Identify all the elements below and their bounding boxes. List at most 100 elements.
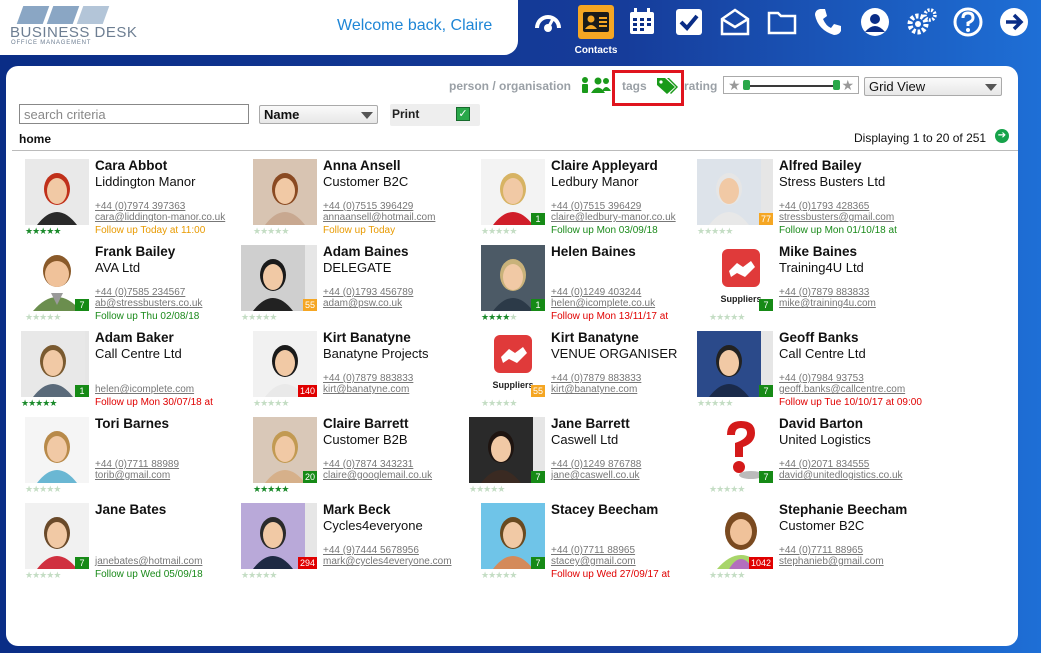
contact-email[interactable]: stressbusters@gmail.com (779, 212, 894, 223)
contact-email[interactable]: adam@psw.co.uk (323, 298, 402, 309)
contact-photo[interactable]: 1042 (709, 503, 773, 569)
folder-icon[interactable] (764, 5, 800, 39)
contact-phone[interactable]: +44 (0)7984 93753 (779, 373, 864, 384)
contact-phone[interactable]: +44 (0)7515 396429 (551, 201, 641, 212)
rating-max-handle[interactable] (833, 80, 840, 90)
star-icon[interactable]: ★ (53, 312, 61, 322)
contact-photo[interactable] (253, 159, 317, 225)
contact-name[interactable]: Jane Bates (95, 502, 166, 517)
contact-email[interactable]: annaansell@hotmail.com (323, 212, 435, 223)
contact-email[interactable]: geoff.banks@callcentre.com (779, 384, 905, 395)
contacts-icon[interactable] (578, 5, 614, 39)
contact-photo[interactable]: 7 (25, 503, 89, 569)
contact-card[interactable]: 7 ★★★★★ Frank Bailey AVA Ltd +44 (0)7585 234… (25, 244, 253, 329)
contact-card[interactable]: 140 ★★★★★ Kirt Banatyne Banatyne Projects +4… (253, 330, 481, 415)
contact-card[interactable]: 1 ★★★★★ Helen Baines +44 (0)1249 403244 hele… (481, 244, 709, 329)
rating-stars[interactable]: ★★★★★ (481, 312, 517, 322)
contact-phone[interactable]: +44 (0)1249 876788 (551, 459, 641, 470)
search-input[interactable] (19, 104, 249, 124)
contact-email[interactable]: stacey@gmail.com (551, 556, 636, 567)
contact-phone[interactable]: +44 (0)7879 883833 (779, 287, 869, 298)
contact-card[interactable]: 7 ★★★★★ Jane Barrett Caswell Ltd +44 (0)1249… (469, 416, 709, 501)
contact-name[interactable]: Mike Baines (779, 244, 857, 259)
contact-photo[interactable]: 55 (241, 245, 317, 311)
help-icon[interactable] (950, 5, 986, 39)
contact-card[interactable]: 55 ★★★★★ Adam Baines DELEGATE +44 (0)1793 45… (241, 244, 481, 329)
contact-card[interactable]: ★★★★★ Anna Ansell Customer B2C +44 (0)7515 … (253, 158, 481, 243)
view-select[interactable]: Grid View (864, 77, 1002, 96)
contact-card[interactable]: ★★★★★ Tori Barnes +44 (0)7711 88989 torib@g… (25, 416, 253, 501)
contact-card[interactable]: 294 ★★★★★ Mark Beck Cycles4everyone +44 (9)7… (241, 502, 481, 587)
calendar-icon[interactable] (624, 5, 660, 39)
contact-email[interactable]: kirt@banatyne.com (323, 384, 409, 395)
contact-card[interactable]: 1042 ★★★★★ Stephanie Beecham Customer B2C +4… (709, 502, 937, 587)
star-icon[interactable]: ★ (281, 226, 289, 236)
contact-email[interactable]: cara@liddington-manor.co.uk (95, 212, 225, 223)
contact-name[interactable]: Claire Barrett (323, 416, 409, 431)
people-filter-icon[interactable] (578, 76, 612, 94)
star-icon[interactable]: ★ (725, 226, 733, 236)
star-icon[interactable]: ★ (509, 398, 517, 408)
contact-phone[interactable]: +44 (0)7711 88989 (95, 459, 179, 470)
contact-photo[interactable] (25, 417, 89, 483)
contact-card[interactable]: 20 ★★★★★ Claire Barrett Customer B2B +44 (0)… (253, 416, 481, 501)
breadcrumb[interactable]: home (19, 132, 51, 146)
rating-stars[interactable]: ★★★★★ (481, 398, 517, 408)
contact-phone[interactable]: +44 (0)7874 343231 (323, 459, 413, 470)
contact-name[interactable]: Jane Barrett (551, 416, 630, 431)
contact-name[interactable]: Stephanie Beecham (779, 502, 907, 517)
star-icon[interactable]: ★ (49, 398, 57, 408)
contact-photo[interactable]: 1 (481, 245, 545, 311)
contact-phone[interactable]: +44 (0)1793 428365 (779, 201, 869, 212)
account-icon[interactable] (857, 5, 893, 39)
rating-slider[interactable]: ★ ★ (723, 76, 859, 94)
rating-stars[interactable]: ★★★★★ (253, 484, 289, 494)
phone-icon[interactable] (810, 5, 846, 39)
contact-card[interactable]: 7 ★★★★★ David Barton United Logistics +44 (0… (709, 416, 937, 501)
contact-card[interactable]: 7 ★★★★★ Jane Bates janebates@hotmail.com Fol… (25, 502, 253, 587)
contact-phone[interactable]: +44 (0)1249 403244 (551, 287, 641, 298)
contact-card[interactable]: Suppliers 7 ★★★★★ Mike Baines Training4U Ltd… (709, 244, 937, 329)
rating-stars[interactable]: ★★★★★ (241, 312, 277, 322)
contact-photo[interactable]: 7 (709, 417, 773, 483)
star-icon[interactable]: ★ (737, 484, 745, 494)
contact-phone[interactable]: +44 (0)1793 456789 (323, 287, 413, 298)
star-icon[interactable]: ★ (509, 226, 517, 236)
rating-stars[interactable]: ★★★★★ (253, 398, 289, 408)
contact-card[interactable]: 7 ★★★★★ Stacey Beecham +44 (0)7711 88965 sta… (481, 502, 709, 587)
contact-photo[interactable]: 140 (253, 331, 317, 397)
contact-email[interactable]: torib@gmail.com (95, 470, 170, 481)
checkbox-checked-icon[interactable]: ✓ (456, 107, 470, 121)
contact-phone[interactable]: +44 (0)7711 88965 (551, 545, 635, 556)
contact-name[interactable]: Cara Abbot (95, 158, 167, 173)
contact-phone[interactable]: +44 (0)7974 397363 (95, 201, 185, 212)
contact-photo[interactable]: 294 (241, 503, 317, 569)
star-icon[interactable]: ★ (497, 484, 505, 494)
rating-min-handle[interactable] (743, 80, 750, 90)
rating-stars[interactable]: ★★★★★ (25, 570, 61, 580)
contact-name[interactable]: Kirt Banatyne (323, 330, 411, 345)
contact-name[interactable]: Tori Barnes (95, 416, 169, 431)
contact-card[interactable]: ★★★★★ Cara Abbot Liddington Manor +44 (0)79… (25, 158, 253, 243)
rating-stars[interactable]: ★★★★★ (697, 398, 733, 408)
sort-select[interactable]: Name (259, 105, 378, 124)
rating-stars[interactable]: ★★★★★ (481, 226, 517, 236)
next-page-icon[interactable]: ➔ (995, 129, 1009, 143)
contact-email[interactable]: stephanieb@gmail.com (779, 556, 884, 567)
star-icon[interactable]: ★ (269, 570, 277, 580)
star-icon[interactable]: ★ (53, 226, 61, 236)
rating-stars[interactable]: ★★★★★ (469, 484, 505, 494)
contact-photo[interactable]: 7 (25, 245, 89, 311)
contact-name[interactable]: David Barton (779, 416, 863, 431)
contact-card[interactable]: Suppliers 55 ★★★★★ Kirt Banatyne VENUE ORGAN… (481, 330, 709, 415)
contact-email[interactable]: kirt@banatyne.com (551, 384, 637, 395)
contact-card[interactable]: 77 ★★★★★ Alfred Bailey Stress Busters Ltd +4… (697, 158, 937, 243)
contact-name[interactable]: Anna Ansell (323, 158, 401, 173)
contact-email[interactable]: claire@googlemail.co.uk (323, 470, 432, 481)
contact-email[interactable]: helen@icomplete.com (95, 384, 194, 395)
contact-name[interactable]: Adam Baines (323, 244, 409, 259)
contact-email[interactable]: ab@stressbusters.co.uk (95, 298, 202, 309)
star-icon[interactable]: ★ (737, 570, 745, 580)
contact-card[interactable]: 7 ★★★★★ Geoff Banks Call Centre Ltd +44 (0)7… (697, 330, 937, 415)
contact-phone[interactable]: +44 (0)7879 883833 (551, 373, 641, 384)
